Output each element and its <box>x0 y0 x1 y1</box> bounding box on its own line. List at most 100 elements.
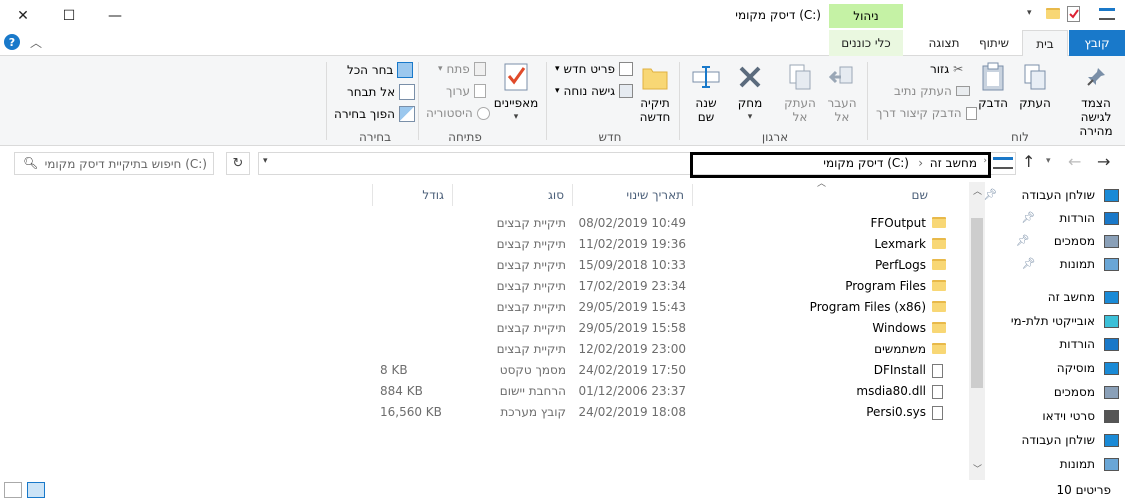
table-row[interactable]: msdia80.dll 01/12/2006 23:37 הרחבת יישום 88… <box>0 381 968 402</box>
table-row[interactable]: PerfLogs 15/09/2018 10:33 תיקיית קבצים <box>0 255 968 276</box>
nav-pane-scrollbar[interactable]: ︿ ﹀ <box>969 182 985 480</box>
column-header-type[interactable]: סוג <box>452 184 570 206</box>
paste-shortcut-icon <box>965 106 977 120</box>
table-row[interactable]: משתמשים 12/02/2019 23:00 תיקיית קבצים <box>0 339 968 360</box>
file-name[interactable]: משתמשים <box>874 342 926 356</box>
tab-drive-tools[interactable]: כלי כוננים <box>829 30 903 56</box>
qat-folder-icon[interactable] <box>1046 8 1060 22</box>
paste-shortcut-button[interactable]: הדבק קיצור דרך <box>876 106 977 120</box>
table-row[interactable]: DFInstall 24/02/2019 17:50 מסמך טקסט 8 KB <box>0 360 968 381</box>
table-row[interactable]: Program Files (x86) 29/05/2019 15:43 תיקיי… <box>0 297 968 318</box>
up-arrow-icon[interactable]: ↑ <box>1022 152 1035 171</box>
file-name[interactable]: Persi0.sys <box>866 405 926 419</box>
address-highlight-box <box>690 152 991 178</box>
scroll-up-icon[interactable]: ︿ <box>973 184 982 197</box>
close-button[interactable]: ✕ <box>0 0 46 32</box>
tab-home[interactable]: בית <box>1022 30 1068 57</box>
cut-button[interactable]: גזור ✂ <box>930 62 963 76</box>
nav-item[interactable]: מסמכים <box>1054 385 1119 399</box>
forward-arrow-icon[interactable]: ← <box>1068 152 1081 171</box>
collapse-ribbon-icon[interactable]: ︿ <box>30 34 42 51</box>
file-type: תיקיית קבצים <box>496 342 566 356</box>
refresh-button[interactable]: ↻ <box>226 152 250 175</box>
copy-path-button[interactable]: העתק נתיב <box>894 84 970 98</box>
properties-dropdown-icon[interactable]: ▾ <box>514 110 519 124</box>
table-row[interactable]: Persi0.sys 24/02/2019 18:08 קובץ מערכת 16,5… <box>0 402 968 423</box>
copy-to-button[interactable]: העתק אל <box>780 60 820 124</box>
new-folder-button[interactable]: תיקיה חדשה <box>634 60 676 124</box>
scroll-down-icon[interactable]: ﹀ <box>973 462 982 475</box>
table-row[interactable]: Program Files 17/02/2019 23:34 תיקיית קבצי… <box>0 276 968 297</box>
nav-item[interactable]: שולחן העבודה 📌︎ <box>984 188 1119 202</box>
qat-dropdown-icon[interactable]: ▾ <box>1027 8 1032 18</box>
nav-item[interactable]: תמונות <box>1060 457 1119 471</box>
downloads-icon <box>1104 212 1119 225</box>
file-date: 17/02/2019 23:34 <box>578 279 686 293</box>
nav-item-label: סרטי וידאו <box>1042 409 1095 423</box>
nav-item[interactable]: מוסיקה <box>1057 361 1119 375</box>
file-name[interactable]: Lexmark <box>874 237 926 251</box>
move-to-button[interactable]: העבר אל <box>822 60 862 124</box>
easy-access-button[interactable]: ▾ גישה נוחה <box>555 84 634 98</box>
manage-context-tab[interactable]: ניהול <box>829 4 903 28</box>
address-dropdown-icon[interactable]: ▾ <box>263 156 268 166</box>
help-icon[interactable]: ? <box>4 34 20 50</box>
column-divider[interactable] <box>692 184 693 206</box>
tab-file[interactable]: קובץ <box>1069 30 1125 56</box>
tab-share[interactable]: שיתוף <box>968 30 1020 56</box>
file-name[interactable]: Program Files <box>845 279 926 293</box>
copy-button[interactable]: העתק <box>1016 60 1054 110</box>
table-row[interactable]: FFOutput 08/02/2019 10:49 תיקיית קבצים <box>0 213 968 234</box>
select-none-button[interactable]: אל תבחר <box>347 84 416 100</box>
open-button[interactable]: ▾ פתח <box>438 62 486 76</box>
file-name[interactable]: Windows <box>872 321 926 335</box>
item-count: 10 פריטים <box>1056 483 1111 497</box>
nav-item[interactable]: הורדות 📌︎ <box>1021 211 1119 225</box>
nav-item[interactable]: אובייקטי תלת-מי <box>1011 314 1119 328</box>
select-all-button[interactable]: בחר הכל <box>347 62 414 78</box>
delete-dropdown-icon[interactable]: ▾ <box>748 110 753 124</box>
column-divider[interactable] <box>452 184 453 206</box>
column-header-size[interactable]: גודל <box>372 184 450 206</box>
nav-item[interactable]: סרטי וידאו <box>1042 409 1119 423</box>
qat-properties-icon[interactable] <box>1067 6 1080 22</box>
tab-view[interactable]: תצוגה <box>920 30 968 56</box>
large-icons-view-icon[interactable] <box>27 482 45 498</box>
table-row[interactable]: Lexmark 11/02/2019 19:36 תיקיית קבצים <box>0 234 968 255</box>
nav-item[interactable]: מחשב זה <box>1048 290 1119 304</box>
history-button[interactable]: היסטוריה <box>426 106 490 120</box>
details-view-icon[interactable] <box>4 482 22 498</box>
nav-item[interactable]: מסמכים 📌︎ <box>1016 234 1119 248</box>
nav-item[interactable]: הורדות <box>1059 337 1119 351</box>
properties-button[interactable]: מאפיינים ▾ <box>492 60 540 124</box>
search-input[interactable]: חיפוש בתיקיית דיסק מקומי (C:) 🔍︎ <box>14 152 214 175</box>
minimize-button[interactable]: — <box>92 0 138 32</box>
column-divider[interactable] <box>372 184 373 206</box>
table-row[interactable]: Windows 29/05/2019 15:58 תיקיית קבצים <box>0 318 968 339</box>
file-name[interactable]: PerfLogs <box>875 258 926 272</box>
recent-locations-icon[interactable]: ▾ <box>1046 156 1051 166</box>
pin-quick-access-button[interactable]: הצמד לגישה מהירה <box>1068 60 1124 138</box>
file-name[interactable]: DFInstall <box>874 363 926 377</box>
delete-button[interactable]: מחק ▾ <box>730 60 770 124</box>
paste-button[interactable]: הדבק <box>974 60 1012 110</box>
pin-icon[interactable]: 📌︎ <box>984 188 998 201</box>
nav-item[interactable]: שולחן העבודה <box>1022 433 1119 447</box>
file-name[interactable]: FFOutput <box>871 216 927 230</box>
back-arrow-icon[interactable]: → <box>1097 152 1110 171</box>
invert-selection-button[interactable]: הפוך בחירה <box>334 106 415 122</box>
scroll-thumb[interactable] <box>971 218 983 388</box>
edit-button[interactable]: ערוך <box>446 84 486 98</box>
rename-button[interactable]: שנה שם <box>686 60 726 124</box>
new-item-button[interactable]: ▾ פריט חדש <box>555 62 633 76</box>
pin-icon[interactable]: 📌︎ <box>1021 211 1035 224</box>
pin-icon[interactable]: 📌︎ <box>1016 234 1030 247</box>
file-name[interactable]: msdia80.dll <box>856 384 926 398</box>
column-divider[interactable] <box>572 184 573 206</box>
column-header-date[interactable]: תאריך שינוי <box>572 184 690 206</box>
file-name[interactable]: Program Files (x86) <box>810 300 926 314</box>
maximize-button[interactable]: ☐ <box>46 0 92 32</box>
file-size: 8 KB <box>380 363 408 377</box>
nav-item[interactable]: תמונות 📌︎ <box>1022 257 1119 271</box>
pin-icon[interactable]: 📌︎ <box>1022 257 1036 270</box>
